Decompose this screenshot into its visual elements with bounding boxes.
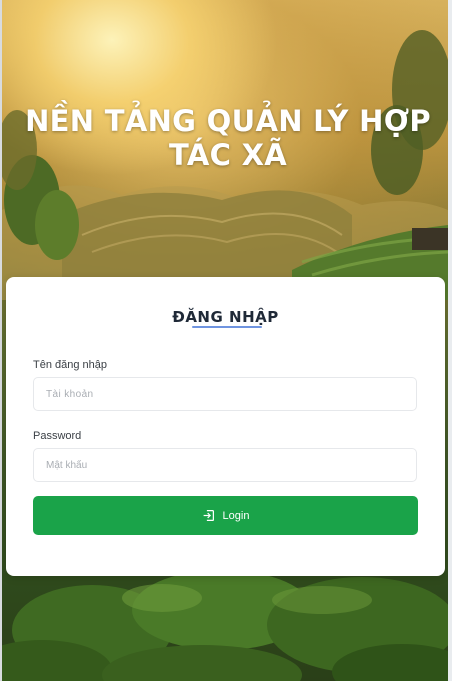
login-button-label: Login xyxy=(222,509,250,522)
heading-underline xyxy=(192,326,262,328)
password-input[interactable] xyxy=(33,448,417,482)
scrollbar[interactable] xyxy=(448,0,452,681)
login-heading: ĐĂNG NHẬP xyxy=(172,308,279,326)
login-card: ĐĂNG NHẬP Tên đăng nhập Password Login xyxy=(6,277,445,576)
password-label: Password xyxy=(33,430,82,442)
login-button[interactable]: Login xyxy=(33,496,418,535)
platform-title: NỀN TẢNG QUẢN LÝ HỢP TÁC XÃ xyxy=(25,104,431,172)
username-input[interactable] xyxy=(33,377,417,411)
login-icon xyxy=(203,510,214,521)
username-label: Tên đăng nhập xyxy=(33,359,108,371)
login-page: NỀN TẢNG QUẢN LÝ HỢP TÁC XÃ ĐĂNG NHẬP Tê… xyxy=(0,0,452,681)
